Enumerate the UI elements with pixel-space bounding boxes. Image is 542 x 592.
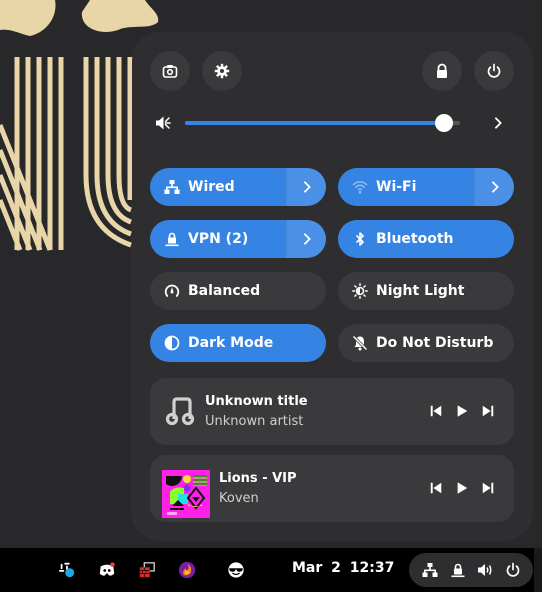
tile-wifi-menu-button[interactable] xyxy=(474,168,514,206)
lock-button[interactable] xyxy=(422,51,462,91)
next-track-button[interactable] xyxy=(479,479,497,497)
dark-mode-icon xyxy=(164,335,180,351)
previous-track-button[interactable] xyxy=(427,402,445,420)
vpn-lock-icon xyxy=(164,231,180,247)
tile-power-mode-label: Balanced xyxy=(188,283,261,299)
screen-edge xyxy=(534,548,542,592)
tile-dark-mode-label: Dark Mode xyxy=(188,335,274,351)
gear-icon xyxy=(214,63,230,79)
tile-do-not-disturb-label: Do Not Disturb xyxy=(376,335,494,351)
volume-slider-fill xyxy=(185,121,444,125)
discord-icon[interactable] xyxy=(96,559,118,581)
tile-bluetooth-label: Bluetooth xyxy=(376,231,454,247)
bluetooth-icon xyxy=(352,231,368,247)
next-track-button[interactable] xyxy=(479,402,497,420)
volume-menu-button[interactable] xyxy=(488,113,508,133)
tile-wired-label: Wired xyxy=(188,179,235,195)
skip-back-icon xyxy=(430,405,442,417)
tile-bluetooth[interactable]: Bluetooth xyxy=(338,220,514,258)
media-player[interactable]: Unknown title Unknown artist xyxy=(150,378,514,445)
tile-night-light[interactable]: Night Light xyxy=(338,272,514,310)
power-icon xyxy=(487,63,501,78)
album-art xyxy=(162,470,210,518)
night-light-icon xyxy=(352,283,368,299)
media-artist: Koven xyxy=(219,491,259,506)
tile-vpn[interactable]: VPN (2) xyxy=(150,220,326,258)
media-player[interactable]: Lions - VIP Koven xyxy=(150,455,514,522)
settings-button[interactable] xyxy=(202,51,242,91)
firefox-icon[interactable] xyxy=(176,559,198,581)
media-title: Unknown title xyxy=(205,394,308,409)
vpn-lock-icon xyxy=(449,561,467,579)
tile-dark-mode[interactable]: Dark Mode xyxy=(150,324,326,362)
power-profile-icon xyxy=(164,283,180,299)
chevron-right-icon xyxy=(303,233,311,245)
skip-forward-icon xyxy=(482,482,494,494)
tile-do-not-disturb[interactable]: Do Not Disturb xyxy=(338,324,514,362)
volume-row xyxy=(150,111,514,135)
play-icon xyxy=(457,405,468,417)
volume-slider-knob[interactable] xyxy=(434,114,453,132)
music-note-icon xyxy=(162,392,200,430)
taskbar: Mar 2 12:37 xyxy=(0,548,542,592)
tile-night-light-label: Night Light xyxy=(376,283,465,299)
media-artist: Unknown artist xyxy=(205,414,304,429)
tile-wifi-label: Wi-Fi xyxy=(376,179,417,195)
quick-settings-panel: Wired Wi-Fi VPN (2) Bluetooth Balanced N… xyxy=(132,33,532,540)
speaker-muted-icon[interactable] xyxy=(154,114,172,132)
skip-back-icon xyxy=(430,482,442,494)
sunglasses-emoji-icon[interactable] xyxy=(225,559,247,581)
chevron-right-icon xyxy=(491,181,499,193)
chevron-right-icon xyxy=(494,117,502,129)
volume-icon xyxy=(476,561,494,579)
tile-wired[interactable]: Wired xyxy=(150,168,326,206)
previous-track-button[interactable] xyxy=(427,479,445,497)
power-icon xyxy=(504,561,522,579)
chevron-right-icon xyxy=(303,181,311,193)
play-button[interactable] xyxy=(453,479,471,497)
clock[interactable]: Mar 2 12:37 xyxy=(292,560,394,576)
slack-icon[interactable] xyxy=(56,559,78,581)
network-wired-icon xyxy=(164,179,180,195)
firewall-icon[interactable] xyxy=(136,559,158,581)
bell-off-icon xyxy=(352,335,368,351)
tile-wired-menu-button[interactable] xyxy=(286,168,326,206)
play-button[interactable] xyxy=(453,402,471,420)
network-wired-icon xyxy=(421,561,439,579)
wifi-icon xyxy=(352,179,368,195)
tile-vpn-label: VPN (2) xyxy=(188,231,249,247)
play-icon xyxy=(457,482,468,494)
tile-power-mode[interactable]: Balanced xyxy=(150,272,326,310)
lock-icon xyxy=(437,63,447,78)
power-button[interactable] xyxy=(474,51,514,91)
screenshot-button[interactable] xyxy=(150,51,190,91)
camera-icon xyxy=(162,65,178,78)
skip-forward-icon xyxy=(482,405,494,417)
tile-vpn-menu-button[interactable] xyxy=(286,220,326,258)
media-title: Lions - VIP xyxy=(219,471,297,486)
volume-slider[interactable] xyxy=(185,114,460,132)
system-status-area[interactable] xyxy=(409,553,533,587)
tile-wifi[interactable]: Wi-Fi xyxy=(338,168,514,206)
